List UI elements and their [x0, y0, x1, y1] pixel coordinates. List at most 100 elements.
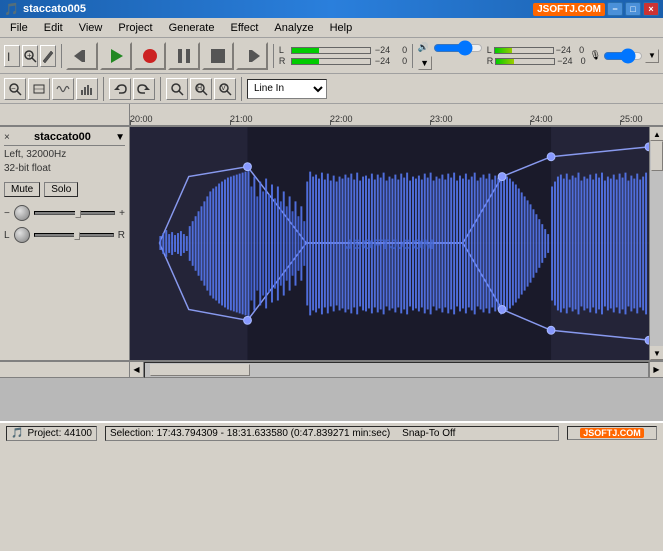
- track-pan-row: L R: [4, 227, 125, 243]
- svg-text:H: H: [197, 85, 202, 92]
- mute-button[interactable]: Mute: [4, 182, 40, 197]
- fast-forward-button[interactable]: [236, 42, 268, 70]
- gain-minus-label: −: [4, 208, 10, 219]
- hscroll-thumb[interactable]: [150, 364, 250, 376]
- track-close-button[interactable]: ×: [4, 132, 10, 143]
- mic-volume-slider[interactable]: [603, 50, 643, 62]
- zoom-v-button[interactable]: V: [214, 78, 236, 100]
- zoom-in-button[interactable]: +: [22, 45, 38, 67]
- pan-knob[interactable]: [14, 227, 30, 243]
- project-icon: 🎵: [11, 428, 23, 439]
- ruler-timeline: 20:00 21:00 22:00 23:00 24:00 25:00: [130, 104, 663, 126]
- menu-view[interactable]: View: [71, 20, 111, 36]
- menu-project[interactable]: Project: [110, 20, 160, 36]
- toolbar1: I + L −24: [0, 38, 663, 74]
- ruler-line-21: [230, 120, 231, 126]
- out-L-zero: 0: [579, 45, 584, 55]
- horizontal-scrollbar-area: ◀ ▶: [0, 361, 663, 377]
- ruler-line-22: [330, 120, 331, 126]
- track-name-label: staccato00: [34, 131, 91, 143]
- play-button[interactable]: [100, 42, 132, 70]
- pause-button[interactable]: [168, 42, 200, 70]
- main-area: × staccato00 ▼ Left, 32000Hz 32-bit floa…: [0, 126, 663, 421]
- input-selector[interactable]: Line In Microphone Stereo Mix: [247, 79, 327, 99]
- svg-text:V: V: [221, 85, 226, 92]
- record-button[interactable]: [134, 42, 166, 70]
- solo-button[interactable]: Solo: [44, 182, 78, 197]
- scroll-track[interactable]: [650, 141, 663, 346]
- menu-help[interactable]: Help: [322, 20, 361, 36]
- close-button[interactable]: ×: [643, 2, 659, 16]
- transport-controls: [66, 42, 268, 70]
- hscroll-track[interactable]: [144, 362, 649, 378]
- ruler-mark-22: 22:00: [330, 114, 353, 124]
- out-R-minus: −24: [557, 56, 572, 66]
- toolbar-sep-4: [103, 77, 104, 101]
- pan-L-label: L: [4, 230, 10, 241]
- rewind-button[interactable]: [66, 42, 98, 70]
- zoom-out-button[interactable]: −: [4, 78, 26, 100]
- track-dropdown-button[interactable]: ▼: [115, 132, 125, 143]
- track-info-line2: 32-bit float: [4, 162, 125, 176]
- spectrum-view-button[interactable]: [76, 78, 98, 100]
- waveform-svg: [130, 127, 649, 360]
- minimize-button[interactable]: −: [607, 2, 623, 16]
- ruler-mark-23: 23:00: [430, 114, 453, 124]
- scroll-up-button[interactable]: ▲: [650, 127, 663, 141]
- output-volume-slider[interactable]: [433, 42, 483, 54]
- vertical-scrollbar[interactable]: ▲ ▼: [649, 127, 663, 360]
- scroll-thumb[interactable]: [651, 141, 663, 171]
- title-logo: JSOFTJ.COM: [533, 3, 605, 16]
- pan-slider[interactable]: [34, 233, 114, 237]
- waveform-area[interactable]: 1.0 0.5 0.0 -0.5 -1.0: [130, 127, 649, 360]
- out-R-zero: 0: [581, 56, 586, 66]
- output-level-meter: L −24 0 R −24 0: [487, 45, 586, 66]
- output-dropdown-btn[interactable]: ▼: [418, 56, 432, 70]
- track-header: × staccato00 ▼ Left, 32000Hz 32-bit floa…: [0, 127, 130, 360]
- hscroll-left-button[interactable]: ◀: [130, 362, 144, 378]
- menu-analyze[interactable]: Analyze: [266, 20, 321, 36]
- ruler-mark-21: 21:00: [230, 114, 253, 124]
- menu-bar: File Edit View Project Generate Effect A…: [0, 18, 663, 38]
- draw-tool-button[interactable]: [40, 45, 56, 67]
- zoom-waveform-button[interactable]: [166, 78, 188, 100]
- level-L-label: L: [279, 45, 289, 55]
- stop-button[interactable]: [202, 42, 234, 70]
- level-R-zero: 0: [402, 56, 407, 66]
- gain-slider[interactable]: [34, 211, 115, 215]
- ruler-track-spacer: [0, 104, 130, 126]
- select-tool-button[interactable]: I: [4, 45, 20, 67]
- svg-text:−: −: [11, 84, 16, 93]
- status-project: 🎵 Project: 44100: [6, 426, 97, 441]
- fit-view-button[interactable]: [28, 78, 50, 100]
- menu-generate[interactable]: Generate: [161, 20, 223, 36]
- title-bar: 🎵 staccato005 JSOFTJ.COM − □ ×: [0, 0, 663, 18]
- hscroll-right-button[interactable]: ▶: [649, 362, 663, 378]
- status-logo-badge: JSOFTJ.COM: [580, 428, 644, 438]
- menu-file[interactable]: File: [2, 20, 36, 36]
- zoom-h-button[interactable]: H: [190, 78, 212, 100]
- menu-effect[interactable]: Effect: [222, 20, 266, 36]
- track-gain-row: − +: [4, 205, 125, 221]
- ruler-mark-25: 25:00: [620, 114, 643, 124]
- scroll-down-button[interactable]: ▼: [650, 346, 663, 360]
- waveform-view-button[interactable]: [52, 78, 74, 100]
- out-L-label: L: [487, 45, 492, 55]
- redo-button[interactable]: [133, 78, 155, 100]
- output-volume-area: 🔊 ▼: [418, 42, 483, 70]
- toolbar-sep-6: [241, 77, 242, 101]
- speaker-icon: 🔊: [418, 42, 429, 53]
- maximize-button[interactable]: □: [625, 2, 641, 16]
- svg-text:+: +: [27, 51, 32, 60]
- svg-text:I: I: [7, 50, 10, 63]
- undo-button[interactable]: [109, 78, 131, 100]
- gain-knob[interactable]: [14, 205, 30, 221]
- selection-text: Selection: 17:43.794309 - 18:31.633580 (…: [110, 428, 390, 439]
- ruler-mark-24: 24:00: [530, 114, 553, 124]
- hscroll-spacer: [0, 362, 130, 377]
- track-container: × staccato00 ▼ Left, 32000Hz 32-bit floa…: [0, 126, 663, 361]
- menu-edit[interactable]: Edit: [36, 20, 71, 36]
- app-icon: 🎵: [4, 2, 19, 16]
- mic-dropdown-btn[interactable]: ▼: [645, 49, 659, 63]
- level-meter-R: R −24 0: [279, 56, 407, 66]
